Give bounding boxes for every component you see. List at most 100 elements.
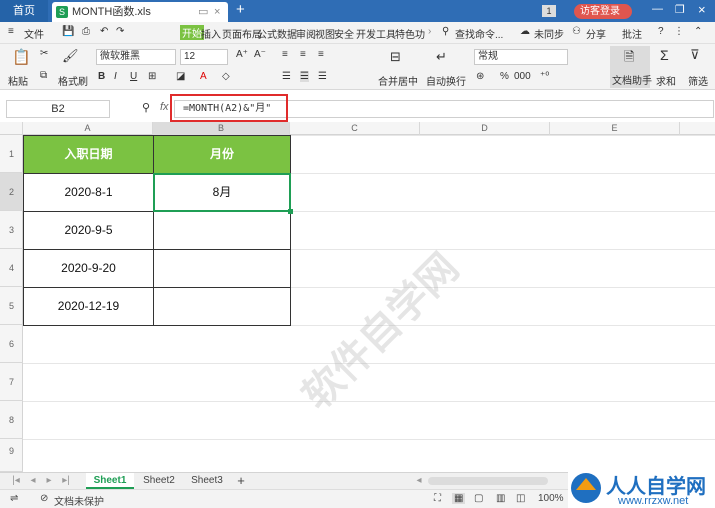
underline-icon[interactable]: U [130, 71, 137, 82]
sum-icon[interactable]: Σ [660, 47, 669, 63]
thousands-icon[interactable]: 000 [514, 71, 531, 82]
row-header-8[interactable]: 8 [0, 401, 23, 439]
menu-formula[interactable]: 公式 [257, 26, 277, 41]
horizontal-scrollbar[interactable] [428, 477, 548, 485]
tab-home[interactable]: 首页 [0, 0, 48, 22]
new-tab-icon[interactable]: + [236, 1, 245, 18]
prev-sheet-icon[interactable]: ◂ [28, 473, 38, 489]
protection-status[interactable]: 文档未保护 [54, 493, 104, 508]
page-layout-icon[interactable]: ▢ [474, 493, 483, 504]
align-left-icon[interactable]: ☰ [282, 71, 291, 82]
name-box[interactable]: B2 [6, 100, 110, 118]
cell-a1[interactable]: 入职日期 [23, 135, 154, 174]
border-icon[interactable]: ⊞ [148, 71, 156, 82]
first-sheet-icon[interactable]: |◂ [10, 473, 22, 489]
print-icon[interactable]: ⎙ [82, 26, 90, 37]
sum-button[interactable]: 求和 [656, 73, 676, 88]
menu-developer[interactable]: 开发工具 [356, 26, 396, 41]
menu-page-layout[interactable]: 页面布局 [222, 26, 262, 41]
paste-icon[interactable]: 📋 [12, 48, 31, 66]
add-sheet-icon[interactable]: + [234, 473, 248, 489]
italic-icon[interactable]: I [114, 71, 117, 82]
close-tab-icon[interactable]: × [214, 2, 220, 22]
sheet-tab-2[interactable]: Sheet2 [136, 473, 182, 489]
increase-font-icon[interactable]: A⁺ [236, 49, 248, 60]
col-header-b[interactable]: B [153, 122, 290, 135]
align-right-icon[interactable]: ☰ [318, 71, 327, 82]
monitor-icon[interactable]: ▭ [198, 2, 208, 22]
comment-button[interactable]: 批注 [622, 26, 642, 41]
col-header-c[interactable]: C [290, 122, 420, 135]
col-header-a[interactable]: A [23, 122, 153, 135]
menu-insert[interactable]: 插入 [201, 26, 221, 41]
zoom-search-icon[interactable]: ⚲ [142, 101, 150, 114]
font-name-select[interactable]: 微软雅黑 [96, 49, 176, 65]
number-format-select[interactable]: 常规 [474, 49, 568, 65]
currency-icon[interactable]: ⊛ [476, 71, 484, 82]
cell-b5[interactable] [153, 287, 291, 326]
cell-b4[interactable] [153, 249, 291, 288]
search-command[interactable]: 查找命令... [455, 26, 503, 41]
row-header-1[interactable]: 1 [0, 135, 23, 173]
collapse-icon[interactable]: ⌃ [694, 26, 702, 37]
row-header-7[interactable]: 7 [0, 363, 23, 401]
col-header-e[interactable]: E [550, 122, 680, 135]
share-button[interactable]: 分享 [586, 26, 606, 41]
macro-icon[interactable]: ⇌ [10, 493, 18, 504]
format-painter-button[interactable]: 格式刷 [58, 73, 88, 88]
undo-icon[interactable]: ↶ [100, 26, 108, 37]
fill-color-icon[interactable]: ◪ [176, 71, 185, 82]
tab-file[interactable]: S MONTH函数.xls ▭ × [52, 2, 228, 22]
clear-icon[interactable]: ◇ [222, 71, 230, 82]
sheet-tab-3[interactable]: Sheet3 [184, 473, 230, 489]
menu-security[interactable]: 安全 [334, 26, 354, 41]
cell-a2[interactable]: 2020-8-1 [23, 173, 154, 212]
bold-icon[interactable]: B [98, 71, 105, 82]
col-header-d[interactable]: D [420, 122, 550, 135]
align-center-icon[interactable]: ☰ [300, 71, 309, 82]
more-icon[interactable]: ⋮ [674, 26, 684, 37]
maximize-icon[interactable]: ❐ [675, 3, 685, 16]
last-sheet-icon[interactable]: ▸| [60, 473, 72, 489]
row-header-5[interactable]: 5 [0, 287, 23, 325]
menu-special[interactable]: 特色功 [395, 26, 425, 41]
fx-icon[interactable]: fx [160, 101, 169, 113]
paste-button[interactable]: 粘贴 [8, 73, 28, 88]
select-all-corner[interactable] [0, 122, 23, 135]
row-header-9[interactable]: 9 [0, 439, 23, 472]
font-size-select[interactable]: 12 [180, 49, 228, 65]
cell-a4[interactable]: 2020-9-20 [23, 249, 154, 288]
filter-icon[interactable]: ⊽ [690, 47, 700, 63]
cell-a5[interactable]: 2020-12-19 [23, 287, 154, 326]
copy-icon[interactable]: ⧉ [40, 70, 47, 81]
decimal-icon[interactable]: ⁺⁰ [540, 71, 549, 82]
fullscreen-icon[interactable]: ⛶ [434, 493, 441, 504]
reading-icon[interactable]: ◫ [516, 493, 525, 504]
decrease-font-icon[interactable]: A⁻ [254, 49, 266, 60]
cell-a3[interactable]: 2020-9-5 [23, 211, 154, 250]
scroll-left-icon[interactable]: ◂ [412, 473, 426, 489]
cell-b3[interactable] [153, 211, 291, 250]
doc-assistant-button[interactable]: 🗎 文档助手 [610, 46, 652, 88]
hamburger-icon[interactable]: ≡ [8, 26, 14, 37]
minimize-icon[interactable]: — [652, 3, 663, 15]
close-icon[interactable]: × [698, 2, 706, 17]
wrap-text-icon[interactable]: ↵ [436, 49, 447, 65]
sheet-tab-1[interactable]: Sheet1 [86, 473, 134, 489]
merge-center-icon[interactable]: ⊟ [390, 49, 401, 65]
menu-file[interactable]: 文件 [24, 26, 44, 41]
percent-icon[interactable]: % [500, 71, 509, 82]
align-bottom-icon[interactable]: ≡ [318, 49, 324, 60]
merge-center-button[interactable]: 合并居中 [378, 73, 418, 88]
sync-status[interactable]: 未同步 [534, 26, 564, 41]
help-icon[interactable]: ? [658, 26, 664, 37]
redo-icon[interactable]: ↷ [116, 26, 124, 37]
normal-view-icon[interactable]: ▦ [452, 493, 466, 504]
page-break-icon[interactable]: ▥ [496, 493, 505, 504]
spreadsheet-grid[interactable]: 软件自学网 入职日期 月份 2020-8-1 8月 2020-9-5 2020-… [23, 135, 715, 472]
wrap-text-button[interactable]: 自动换行 [426, 73, 466, 88]
fill-handle[interactable] [288, 209, 293, 214]
brush-icon[interactable]: 🖌 [62, 48, 79, 64]
row-header-3[interactable]: 3 [0, 211, 23, 249]
next-sheet-icon[interactable]: ▸ [44, 473, 54, 489]
